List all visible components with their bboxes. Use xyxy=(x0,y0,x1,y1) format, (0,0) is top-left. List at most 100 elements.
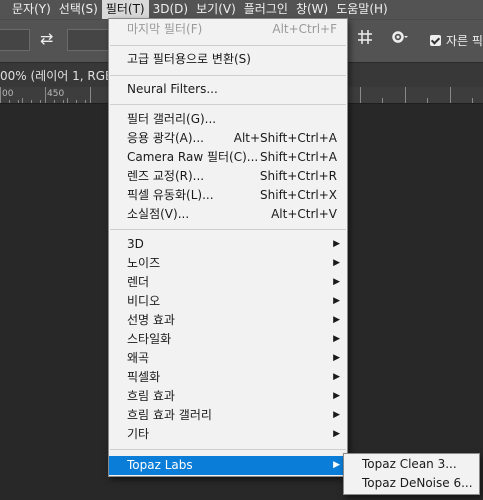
ruler-tick xyxy=(76,100,77,103)
ruler-tick xyxy=(67,98,68,103)
menu-item-label: Camera Raw 필터(C)... xyxy=(127,150,259,164)
ruler-tick xyxy=(85,100,86,103)
topaz-denoise-item[interactable]: Topaz DeNoise 6... xyxy=(362,474,473,493)
menu-plugins[interactable]: 플러그인 xyxy=(240,0,292,19)
ruler-tick xyxy=(18,100,19,103)
menu-view[interactable]: 보기(V) xyxy=(192,0,240,19)
settings-gear-icon[interactable] xyxy=(391,29,409,49)
menu-bar: 문자(Y) 선택(S) 필터(T) 3D(D) 보기(V) 플러그인 창(W) … xyxy=(0,0,483,19)
submenu-arrow-icon: ▶ xyxy=(333,334,340,344)
menu-item-label: 픽셀 유동화(L)... xyxy=(127,188,214,202)
filter-gallery-item[interactable]: 필터 갤러리(G)... xyxy=(109,110,347,129)
menu-item-label: 스타일화 xyxy=(127,332,172,346)
ruler-tick xyxy=(360,87,361,103)
submenu-pixelate[interactable]: 픽셀화 ▶ xyxy=(109,368,347,387)
menu-item-shortcut: Shift+Ctrl+X xyxy=(260,188,337,202)
submenu-distort[interactable]: 왜곡 ▶ xyxy=(109,349,347,368)
menu-item-label: 3D xyxy=(127,237,144,251)
submenu-other[interactable]: 기타 ▶ xyxy=(109,425,347,444)
menu-item-label: 필터 갤러리(G)... xyxy=(127,112,217,126)
menu-item-shortcut: Alt+Shift+Ctrl+A xyxy=(233,131,337,145)
ruler-tick xyxy=(9,100,10,103)
submenu-3d[interactable]: 3D ▶ xyxy=(109,235,347,254)
menu-item-label: 노이즈 xyxy=(127,256,161,270)
submenu-render[interactable]: 렌더 ▶ xyxy=(109,273,347,292)
menu-item-label: Neural Filters... xyxy=(127,82,218,96)
neural-filters-item[interactable]: Neural Filters... xyxy=(109,80,347,99)
submenu-sharpen[interactable]: 선명 효과 ▶ xyxy=(109,311,347,330)
submenu-arrow-icon: ▶ xyxy=(333,460,340,470)
submenu-arrow-icon: ▶ xyxy=(333,429,340,439)
ruler-tick xyxy=(450,87,451,103)
filter-dropdown-menu: 마지막 필터(F) Alt+Ctrl+F 고급 필터용으로 변환(S) Neur… xyxy=(108,18,348,477)
submenu-arrow-icon: ▶ xyxy=(333,239,340,249)
submenu-blur-gallery[interactable]: 흐림 효과 갤러리 ▶ xyxy=(109,406,347,425)
menu-3d[interactable]: 3D(D) xyxy=(149,0,192,19)
convert-smart-filters-item[interactable]: 고급 필터용으로 변환(S) xyxy=(109,50,347,69)
menu-item-shortcut: Alt+Ctrl+V xyxy=(271,207,337,221)
ruler-tick xyxy=(22,98,23,103)
menu-separator xyxy=(110,449,346,450)
liquify-item[interactable]: 픽셀 유동화(L)... Shift+Ctrl+X xyxy=(109,186,347,205)
adaptive-wide-angle-item[interactable]: 응용 광각(A)... Alt+Shift+Ctrl+A xyxy=(109,129,347,148)
swap-icon[interactable]: ⇄ xyxy=(40,29,53,48)
submenu-arrow-icon: ▶ xyxy=(333,410,340,420)
submenu-blur[interactable]: 흐림 효과 ▶ xyxy=(109,387,347,406)
menu-filter[interactable]: 필터(T) xyxy=(101,0,149,19)
submenu-arrow-icon: ▶ xyxy=(333,258,340,268)
menu-item-shortcut: Shift+Ctrl+R xyxy=(259,169,337,183)
submenu-arrow-icon: ▶ xyxy=(333,296,340,306)
ruler-tick xyxy=(405,87,406,103)
menu-item-shortcut: Shift+Ctrl+A xyxy=(260,150,337,164)
menu-separator xyxy=(110,75,346,76)
ruler-label: 450 xyxy=(47,89,65,99)
ruler-tick xyxy=(472,98,473,103)
menu-type[interactable]: 문자(Y) xyxy=(0,0,55,19)
submenu-topaz-labs[interactable]: Topaz Labs ▶ xyxy=(109,456,347,475)
menu-item-label: 픽셀화 xyxy=(127,370,161,384)
submenu-stylize[interactable]: 스타일화 ▶ xyxy=(109,330,347,349)
ruler-tick xyxy=(0,87,1,103)
ruler-tick xyxy=(427,98,428,103)
menu-separator xyxy=(110,104,346,105)
menu-item-shortcut: Alt+Ctrl+F xyxy=(272,22,337,36)
menu-help[interactable]: 도움말(H) xyxy=(332,0,392,19)
menu-item-label: 렌더 xyxy=(127,275,150,289)
ruler-tick xyxy=(90,87,91,103)
menu-item-label: 흐림 효과 갤러리 xyxy=(127,408,212,422)
ruler-tick xyxy=(63,100,64,103)
ruler-tick xyxy=(31,100,32,103)
submenu-noise[interactable]: 노이즈 ▶ xyxy=(109,254,347,273)
submenu-arrow-icon: ▶ xyxy=(333,391,340,401)
ruler-tick xyxy=(40,100,41,103)
submenu-video[interactable]: 비디오 ▶ xyxy=(109,292,347,311)
menu-separator xyxy=(110,229,346,230)
topaz-clean-item[interactable]: Topaz Clean 3... xyxy=(362,455,457,474)
menu-item-label: Topaz Labs xyxy=(127,458,193,472)
menu-item-label: 기타 xyxy=(127,427,150,441)
document-tab-label: 00% (레이어 1, RGB/8 xyxy=(0,69,125,83)
menu-item-label: 왜곡 xyxy=(127,351,150,365)
lens-correction-item[interactable]: 렌즈 교정(R)... Shift+Ctrl+R xyxy=(109,167,347,186)
vanishing-point-item[interactable]: 소실점(V)... Alt+Ctrl+V xyxy=(109,205,347,224)
width-field[interactable] xyxy=(0,29,30,51)
ruler-tick xyxy=(45,87,46,103)
camera-raw-filter-item[interactable]: Camera Raw 필터(C)... Shift+Ctrl+A xyxy=(109,148,347,167)
submenu-arrow-icon: ▶ xyxy=(333,315,340,325)
last-filter-item: 마지막 필터(F) Alt+Ctrl+F xyxy=(109,20,347,39)
grid-overlay-icon[interactable] xyxy=(357,29,373,49)
menu-select[interactable]: 선택(S) xyxy=(55,0,102,19)
menu-window[interactable]: 창(W) xyxy=(292,0,332,19)
auto-crop-checkbox[interactable] xyxy=(430,35,441,46)
menu-item-label: 선명 효과 xyxy=(127,313,175,327)
menu-item-label: 흐림 효과 xyxy=(127,389,175,403)
ruler-tick xyxy=(382,98,383,103)
menu-item-label: 렌즈 교정(R)... xyxy=(127,169,205,183)
menu-item-label: 소실점(V)... xyxy=(127,207,190,221)
menu-separator xyxy=(110,45,346,46)
auto-crop-label: 자른 픽 xyxy=(446,34,483,48)
topaz-labs-submenu: Topaz Clean 3... Topaz DeNoise 6... xyxy=(343,453,480,495)
height-field[interactable] xyxy=(67,29,109,51)
ruler-tick xyxy=(54,100,55,103)
ruler-label: 00 xyxy=(2,89,14,99)
